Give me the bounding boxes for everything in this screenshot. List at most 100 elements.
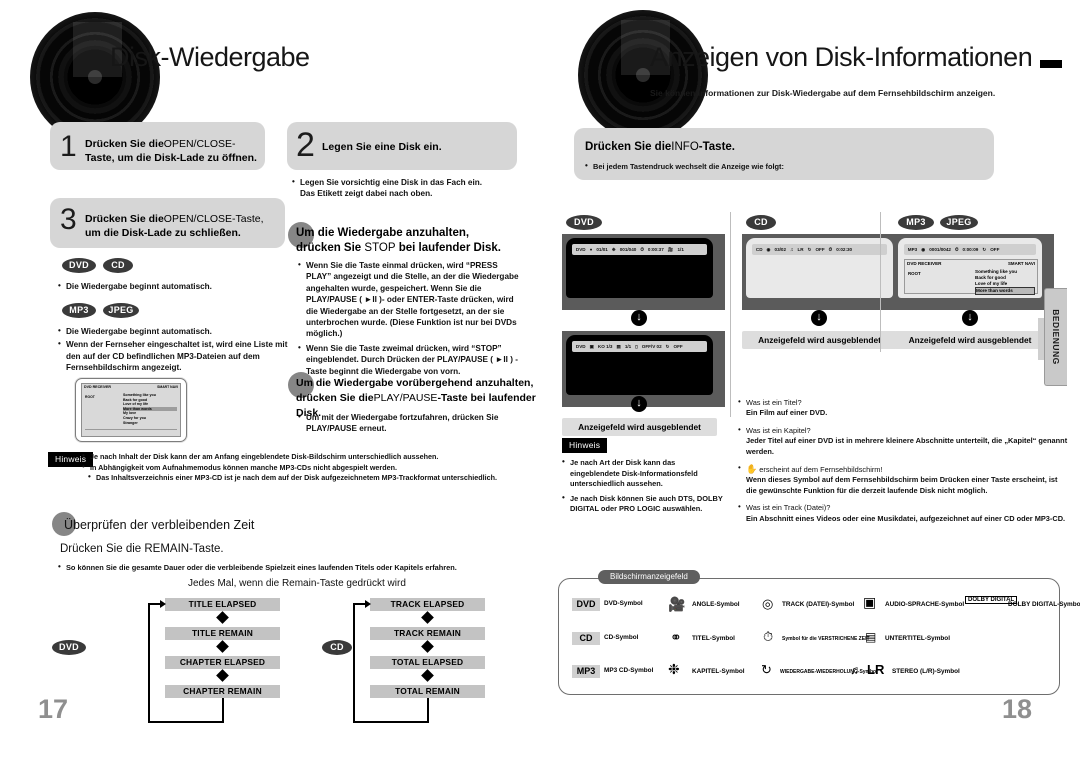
legend-label-title: TITEL-Symbol xyxy=(692,635,735,642)
disc-hole xyxy=(88,70,102,84)
audio-language-icon: ▣ xyxy=(863,594,877,610)
down-arrow-icon: ↓ xyxy=(811,310,827,326)
step-2-number: 2 xyxy=(296,126,315,164)
flow-line xyxy=(353,721,428,723)
legend-label-chapter: KAPITEL-Symbol xyxy=(692,668,745,675)
osd-stereo-value: LR xyxy=(797,247,804,252)
note-list-right: Je nach Art der Disk kann das eingeblend… xyxy=(562,457,727,515)
flow-dvd-step-4: CHAPTER REMAIN xyxy=(165,685,280,698)
flow-cd-step-1: TRACK ELAPSED xyxy=(370,598,485,611)
flow-arrow-head xyxy=(160,600,166,608)
navi-track-selected: More than words xyxy=(975,287,1035,295)
osd-bar-3: CD ◉ 03/02 ♫ LR ↻ OFF ⏱ 0:02:30 xyxy=(751,244,888,255)
bullet: Die Wiedergabe beginnt automatisch. xyxy=(58,280,288,292)
track-icon: ◉ xyxy=(921,246,926,252)
osd-fade-label-2: Anzeigefeld wird ausgeblendet xyxy=(742,331,897,349)
faq-question: Was ist ein Titel? xyxy=(746,398,802,407)
clock-icon: ⏱ xyxy=(763,629,774,644)
faq-question: Was ist ein Track (Datei)? xyxy=(746,503,831,513)
osd-time-value: 0:00:37 xyxy=(647,247,664,252)
info-heading-bold: Drücken Sie die xyxy=(585,141,672,153)
mp3-navi-panel: DVD RECEIVER SMART NAVI ROOT Something l… xyxy=(904,259,1038,295)
flow-line xyxy=(148,603,150,722)
legend-badge-cd: CD xyxy=(572,632,600,645)
pause-heading-thin: PLAY/PAUSE xyxy=(373,392,438,404)
chapter-icon: ❉ xyxy=(668,661,680,677)
stop-heading-a: drücken Sie xyxy=(296,242,362,254)
pause-heading-a: drücken Sie die xyxy=(296,392,374,404)
legend-label-angle: ANGLE-Symbol xyxy=(692,601,740,608)
faq-item: Was ist ein Kapitel? Jeder Titel auf ein… xyxy=(738,425,1070,457)
legend-label-audio: AUDIO-SPRACHE-Symbol xyxy=(885,601,965,608)
osd-pill-jpeg: JPEG xyxy=(940,215,978,230)
bullet-text: Wenn Sie die Taste zweimal drücken, wird… xyxy=(306,343,518,376)
tv-screen-inner: DVD RECEIVER SMART NAVI ROOT Something l… xyxy=(81,383,181,437)
step-3-line1-thin: OPEN/CLOSE-Taste, xyxy=(163,213,264,225)
info-heading-bold2: -Taste. xyxy=(698,141,735,153)
page-number-right: 18 xyxy=(1002,694,1033,724)
osd-chapter-value: 001/040 xyxy=(619,247,637,252)
bullet-text: Je nach Disk können Sie auch DTS, DOLBY … xyxy=(570,493,723,514)
remain-heading: Überprüfen der verbleibenden Zeit xyxy=(64,518,255,532)
step-1-line1-bold: Drücken Sie die xyxy=(85,138,164,150)
bullet: Um mit der Wiedergabe fortzufahren, drüc… xyxy=(298,411,523,435)
step-2-line1: Legen Sie eine Disk ein. xyxy=(322,141,442,153)
flow-pill-cd: CD xyxy=(322,640,352,655)
flow-cd-step-2: TRACK REMAIN xyxy=(370,627,485,640)
thumb-header-right: SMART NAVI xyxy=(157,385,178,389)
stop-heading-thin: STOP xyxy=(364,242,396,254)
faq-answer: Ein Film auf einer DVD. xyxy=(746,408,828,418)
column-divider xyxy=(880,212,881,352)
bullet-text: Legen Sie vorsichtig eine Disk in das Fa… xyxy=(300,178,482,187)
title-dash xyxy=(1040,60,1062,68)
bullet: Bei jedem Tastendruck wechselt die Anzei… xyxy=(585,160,985,172)
pill-mp3: MP3 xyxy=(62,303,96,318)
osd-pill-dvd: DVD xyxy=(566,215,602,230)
flow-dvd-step-2: TITLE REMAIN xyxy=(165,627,280,640)
osd-label: DVD xyxy=(575,344,586,349)
faq-question: Was ist ein Kapitel? xyxy=(746,425,811,435)
osd-screen-4: MP3 ◉ 0001/0042 ⏱ 0:00:09 ↻ OFF DVD RECE… xyxy=(898,238,1042,298)
info-bullet: Bei jedem Tastendruck wechselt die Anzei… xyxy=(585,160,985,172)
step-1-line2: Taste, um die Disk-Lade zu öffnen. xyxy=(85,152,257,164)
pill-cd: CD xyxy=(103,258,133,273)
osd-pill-mp3: MP3 xyxy=(898,215,934,230)
bullet-text: Um mit der Wiedergabe fortzufahren, drüc… xyxy=(306,413,499,434)
remain-bullet: So können Sie die gesamte Dauer oder die… xyxy=(58,561,528,573)
faq-question: erscheint auf dem Fernsehbildschirm! xyxy=(759,465,883,475)
thumb-root-label: ROOT xyxy=(85,395,95,399)
flow-cd-step-3: TOTAL ELAPSED xyxy=(370,656,485,669)
title-icon: ● xyxy=(589,247,593,252)
osd-fade-label-1: Anzeigefeld wird ausgeblendet xyxy=(562,418,717,436)
faq-answer: Jeder Titel auf einer DVD ist in mehrere… xyxy=(746,436,1068,456)
legend-badge-mp3: MP3 xyxy=(572,665,600,678)
thumb-track-list: Something like you Back for good Love of… xyxy=(123,393,177,425)
navi-header-right: SMART NAVI xyxy=(1008,261,1035,266)
osd-audio-value: KO 1/3 xyxy=(597,344,613,349)
bullet: In Abhängigkeit vom Aufnahmemodus können… xyxy=(82,462,534,474)
flow-dvd-step-3: CHAPTER ELAPSED xyxy=(165,656,280,669)
faq-item: Was ist ein Track (Datei)? Ein Abschnitt… xyxy=(738,502,1070,524)
step-3-number: 3 xyxy=(60,203,77,236)
camera-icon: 🎥 xyxy=(667,246,674,252)
osd-bar-1: DVD ● 01/01 ❉ 001/040 ⏱ 0:00:37 🎥 1/1 xyxy=(571,244,708,255)
step-2-bullets: Legen Sie vorsichtig eine Disk in das Fa… xyxy=(292,176,517,200)
osd-label: DVD xyxy=(575,247,586,252)
bullet-text: Wenn Sie die Taste einmal drücken, wird … xyxy=(306,261,519,339)
osd-repeat-value: OFF xyxy=(990,247,1000,252)
step-1-line1-thin: OPEN/CLOSE- xyxy=(163,138,236,150)
osd-sub-value: 1/1 xyxy=(624,344,632,349)
page-number-left: 17 xyxy=(38,694,69,724)
faq-list: Was ist ein Titel? Ein Film auf einer DV… xyxy=(738,397,1070,524)
info-heading-thin: INFO xyxy=(671,141,699,153)
flow-arrow xyxy=(421,640,434,653)
faq-answer: Wenn dieses Symbol auf dem Fernsehbildsc… xyxy=(746,475,1058,495)
bullet: Je nach Art der Disk kann das eingeblend… xyxy=(562,457,727,490)
bullet: Wenn der Fernseher eingeschaltet ist, wi… xyxy=(58,338,290,373)
osd-track-value: 03/02 xyxy=(774,247,787,252)
flow-pill-dvd: DVD xyxy=(52,640,86,655)
thumb-footer-bar xyxy=(85,429,177,434)
remain-subheading: Drücken Sie die REMAIN-Taste. xyxy=(60,543,224,555)
headphone-lr-icon: ♫ xyxy=(850,663,859,677)
osd-screen-2-frame: DVD ▣ KO 1/3 ▤ 1/1 ▯ OFF/V 02 ↻ OFF xyxy=(562,331,725,407)
